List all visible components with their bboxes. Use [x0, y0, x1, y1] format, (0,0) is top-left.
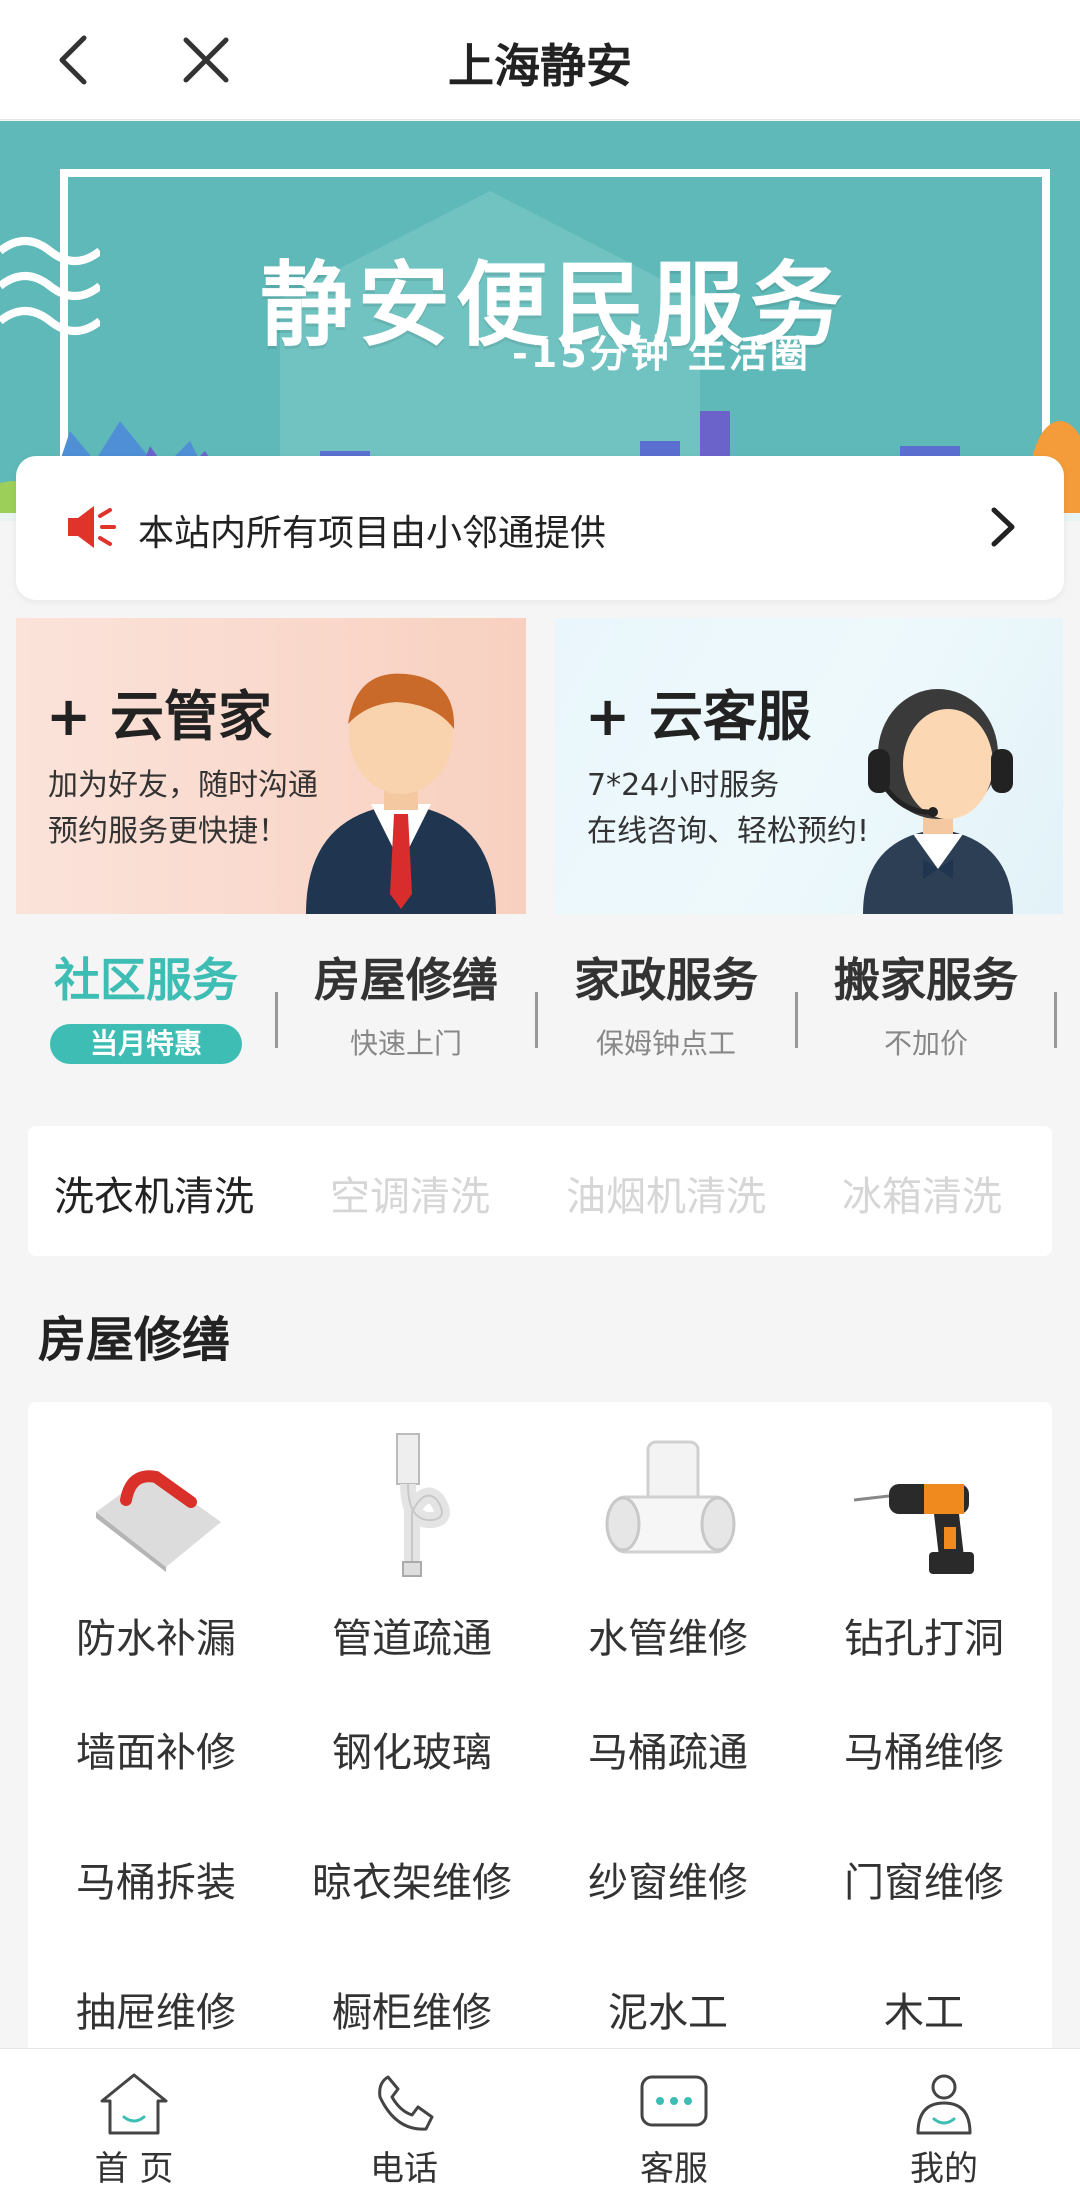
service-item[interactable]: 马桶疏通 — [540, 1720, 796, 1778]
tab-housekeeping[interactable]: 家政服务 保姆钟点工 — [546, 950, 786, 1064]
tab-label: 社区服务 — [54, 953, 238, 1007]
service-grid: 防水补漏 管道疏通 水管维修 钻孔打洞 墙面补修 钢化玻璃 马桶疏通 马桶维修 … — [28, 1402, 1052, 2062]
card-line: 加为好友，随时沟通 — [48, 768, 318, 803]
bottom-nav: 首 页 电话 客服 我的 — [0, 2048, 1080, 2198]
chat-icon — [640, 2075, 708, 2127]
pipe-fitting-icon — [605, 1440, 736, 1554]
service-item[interactable]: 钻孔打洞 — [796, 1432, 1052, 1664]
service-item[interactable]: 门窗维修 — [796, 1850, 1052, 1908]
service-item[interactable]: 晾衣架维修 — [284, 1850, 540, 1908]
service-item[interactable]: 泥水工 — [540, 1980, 796, 2038]
tab-divider — [795, 992, 798, 1048]
support-agent-illustration — [863, 689, 1013, 914]
tab-divider — [275, 992, 278, 1048]
service-item[interactable]: 纱窗维修 — [540, 1850, 796, 1908]
cloud-service-card[interactable]: + 云客服 7*24小时服务 在线咨询、轻松预约! — [555, 618, 1063, 914]
category-tabs: 社区服务 当月特惠 房屋修缮 快速上门 家政服务 保姆钟点工 搬家服务 不加价 — [0, 950, 1080, 1100]
tab-community-service[interactable]: 社区服务 当月特惠 — [26, 950, 266, 1064]
chevron-right-icon — [991, 507, 1015, 547]
service-item[interactable]: 防水补漏 — [28, 1432, 284, 1664]
subtab-ac-cleaning[interactable]: 空调清洗 — [330, 1164, 490, 1222]
notice-bar[interactable]: 本站内所有项目由小邻通提供 — [16, 456, 1064, 600]
tab-home-repair[interactable]: 房屋修缮 快速上门 — [286, 950, 526, 1064]
phone-icon — [378, 2075, 434, 2131]
page-title: 上海静安 — [448, 39, 632, 93]
card-line: 7*24小时服务 — [587, 768, 780, 803]
service-item[interactable]: 橱柜维修 — [284, 1980, 540, 2038]
service-label: 管道疏通 — [332, 1616, 492, 1662]
subtab-fridge-cleaning[interactable]: 冰箱清洗 — [842, 1164, 1002, 1222]
tab-divider — [535, 992, 538, 1048]
banner-subtitle: -15分钟 生活圈 — [512, 332, 811, 376]
service-label: 防水补漏 — [76, 1616, 236, 1662]
cloud-butler-card[interactable]: + 云管家 加为好友，随时沟通 预约服务更快捷！ — [16, 618, 526, 914]
nav-label: 电话 — [370, 2149, 438, 2189]
nav-label: 首 页 — [94, 2149, 174, 2189]
subtab-washer-cleaning[interactable]: 洗衣机清洗 — [54, 1164, 254, 1222]
nav-me[interactable]: 我的 — [844, 2071, 1044, 2190]
service-item[interactable]: 马桶拆装 — [28, 1850, 284, 1908]
service-item[interactable]: 管道疏通 — [284, 1432, 540, 1664]
tab-subtitle: 当月特惠 — [49, 1024, 242, 1064]
service-item[interactable]: 木工 — [796, 1980, 1052, 2038]
nav-phone[interactable]: 电话 — [304, 2071, 504, 2190]
user-icon — [916, 2074, 972, 2135]
nav-label: 我的 — [910, 2149, 978, 2189]
tab-subtitle: 快速上门 — [349, 1027, 462, 1060]
nav-home[interactable]: 首 页 — [34, 2071, 234, 2190]
tab-divider — [1054, 992, 1057, 1048]
tab-subtitle: 保姆钟点工 — [595, 1027, 736, 1060]
service-item[interactable]: 钢化玻璃 — [284, 1720, 540, 1778]
drain-pipe-icon — [396, 1433, 450, 1577]
speaker-icon — [68, 506, 116, 548]
section-title: 房屋修缮 — [38, 1312, 231, 1368]
businessman-illustration — [306, 673, 496, 914]
tab-label: 房屋修缮 — [314, 953, 498, 1007]
notice-text: 本站内所有项目由小邻通提供 — [138, 513, 607, 554]
service-item[interactable]: 抽屉维修 — [28, 1980, 284, 2038]
nav-customer-service[interactable]: 客服 — [574, 2071, 774, 2190]
card-title: + 云客服 — [585, 685, 812, 748]
service-item[interactable]: 马桶维修 — [796, 1720, 1052, 1778]
service-subtabs: 洗衣机清洗 空调清洗 油烟机清洗 冰箱清洗 — [28, 1126, 1052, 1256]
drill-icon — [853, 1484, 974, 1574]
tab-label: 搬家服务 — [834, 953, 1018, 1007]
home-icon — [100, 2073, 168, 2135]
tab-subtitle: 不加价 — [883, 1027, 968, 1060]
tab-moving[interactable]: 搬家服务 不加价 — [806, 950, 1046, 1064]
wave-icon — [0, 237, 100, 335]
card-title: + 云管家 — [46, 685, 273, 748]
service-item[interactable]: 墙面补修 — [28, 1720, 284, 1778]
service-item[interactable]: 水管维修 — [540, 1432, 796, 1664]
service-label: 水管维修 — [588, 1616, 748, 1662]
trowel-icon — [96, 1470, 221, 1572]
top-bar: 上海静安 — [0, 0, 1080, 120]
nav-label: 客服 — [640, 2149, 708, 2189]
card-line: 预约服务更快捷！ — [48, 814, 288, 849]
tab-label: 家政服务 — [574, 953, 758, 1007]
subtab-hood-cleaning[interactable]: 油烟机清洗 — [566, 1164, 766, 1222]
service-label: 钻孔打洞 — [844, 1616, 1004, 1662]
